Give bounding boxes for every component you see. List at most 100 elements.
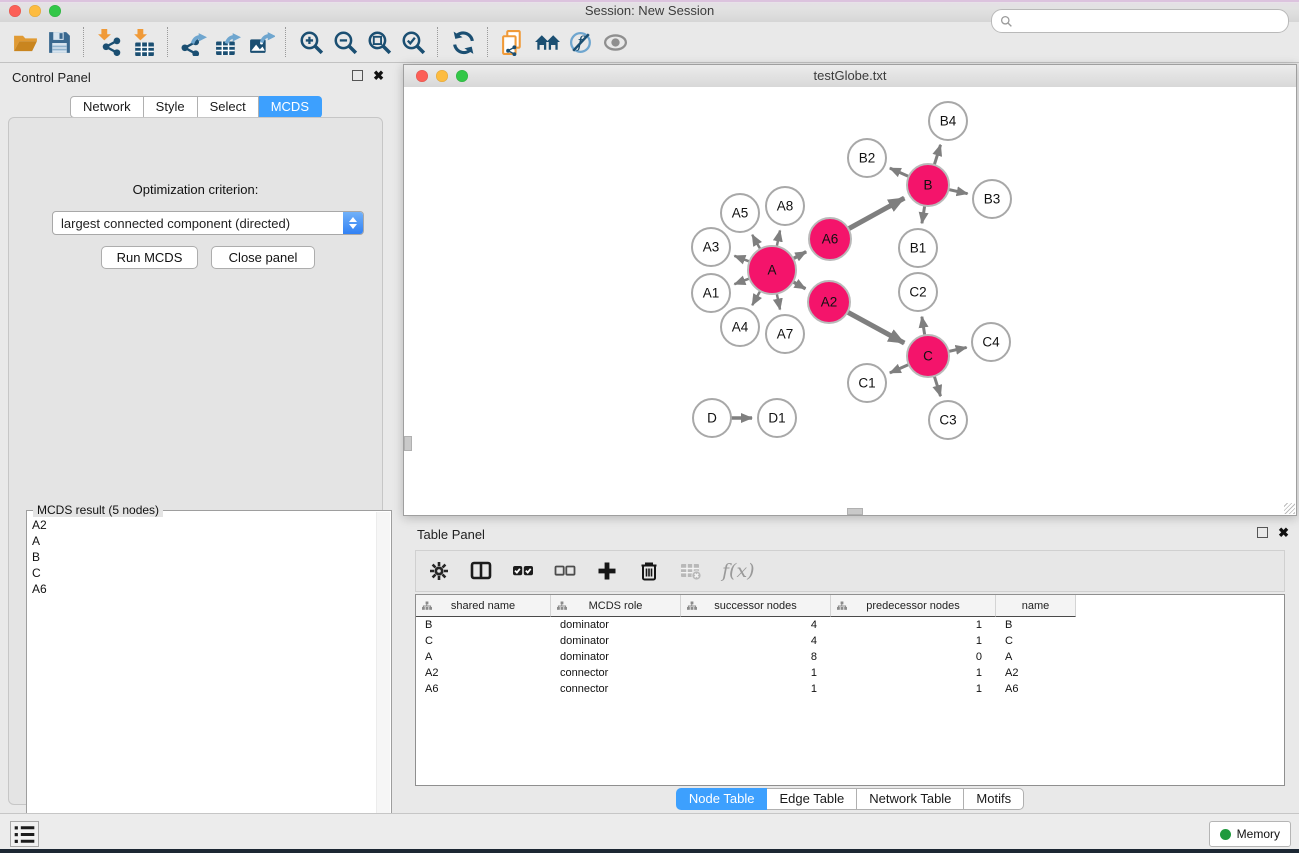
result-list-item[interactable]: C xyxy=(28,565,377,581)
node-C1[interactable]: C1 xyxy=(848,364,886,402)
deselect-all-button[interactable] xyxy=(552,558,578,584)
horizontal-scrollbar-thumb[interactable] xyxy=(847,508,863,515)
result-list-item[interactable]: B xyxy=(28,549,377,565)
node-A6[interactable]: A6 xyxy=(809,218,851,260)
copy-network-button[interactable] xyxy=(496,26,530,58)
cell-successor-nodes: 4 xyxy=(681,633,831,649)
open-session-button[interactable] xyxy=(8,26,42,58)
table-row[interactable]: A6connector11A6 xyxy=(416,681,1284,697)
column-header-MCDS-role[interactable]: MCDS role xyxy=(551,595,681,617)
toolbar-separator xyxy=(167,27,169,57)
node-B2[interactable]: B2 xyxy=(848,139,886,177)
zoom-fit-button[interactable] xyxy=(362,26,396,58)
node-label-A4: A4 xyxy=(732,320,749,335)
refresh-button[interactable] xyxy=(446,26,480,58)
split-view-button[interactable] xyxy=(468,558,494,584)
node-B1[interactable]: B1 xyxy=(899,229,937,267)
cell-successor-nodes: 8 xyxy=(681,649,831,665)
window-resize-grip[interactable] xyxy=(1284,503,1295,514)
node-label-B1: B1 xyxy=(910,241,927,256)
table-row[interactable]: Adominator80A xyxy=(416,649,1284,665)
save-session-button[interactable] xyxy=(42,26,76,58)
zoom-selected-button[interactable] xyxy=(396,26,430,58)
column-header-name[interactable]: name xyxy=(996,595,1076,617)
column-header-shared-name[interactable]: shared name xyxy=(416,595,551,617)
result-list-item[interactable]: A xyxy=(28,533,377,549)
task-history-button[interactable] xyxy=(10,821,39,847)
table-close-panel-icon[interactable]: ✖ xyxy=(1278,527,1289,538)
tab-network[interactable]: Network xyxy=(70,96,144,118)
zoom-out-button[interactable] xyxy=(328,26,362,58)
add-column-button[interactable] xyxy=(594,558,620,584)
function-builder-button[interactable]: f(x) xyxy=(722,560,755,582)
shared-column-icon xyxy=(837,601,847,611)
column-label: successor nodes xyxy=(714,600,797,612)
import-network-button[interactable] xyxy=(92,26,126,58)
close-panel-icon[interactable]: ✖ xyxy=(373,70,384,81)
network-canvas[interactable]: B4 B2 B B3 A5A8A6 A3 A B1 A1 C2 A2 A4 A7 C C4 C1 C3 D D1 xyxy=(404,87,1296,515)
result-list-item[interactable]: A2 xyxy=(28,517,377,533)
settings-button[interactable] xyxy=(426,558,452,584)
tab-edge-table[interactable]: Edge Table xyxy=(767,788,857,810)
tab-select[interactable]: Select xyxy=(198,96,259,118)
table-panel-title: Table Panel xyxy=(417,527,485,542)
node-C3[interactable]: C3 xyxy=(929,401,967,439)
home-button[interactable] xyxy=(530,26,564,58)
table-row[interactable]: Cdominator41C xyxy=(416,633,1284,649)
table-toolbar: f(x) xyxy=(415,550,1285,592)
application-window: Session: New Session f Control Panel ✖ N… xyxy=(0,0,1299,853)
column-header-successor-nodes[interactable]: successor nodes xyxy=(681,595,831,617)
node-D[interactable]: D xyxy=(693,399,731,437)
search-icon xyxy=(1000,15,1013,28)
node-A8[interactable]: A8 xyxy=(766,187,804,225)
node-C2[interactable]: C2 xyxy=(899,273,937,311)
tab-motifs[interactable]: Motifs xyxy=(964,788,1024,810)
delete-column-button[interactable] xyxy=(636,558,662,584)
node-C4[interactable]: C4 xyxy=(972,323,1010,361)
search-field[interactable] xyxy=(991,9,1289,33)
node-A2[interactable]: A2 xyxy=(808,281,850,323)
node-D1[interactable]: D1 xyxy=(758,399,796,437)
graphics-details-button[interactable]: f xyxy=(564,26,598,58)
node-B3[interactable]: B3 xyxy=(973,180,1011,218)
node-B[interactable]: B xyxy=(907,164,949,206)
network-window-titlebar[interactable]: testGlobe.txt xyxy=(404,65,1296,88)
node-A4[interactable]: A4 xyxy=(721,308,759,346)
mcds-result-list[interactable]: A2ABCA6 xyxy=(28,517,377,852)
control-panel: Control Panel ✖ NetworkStyleSelectMCDS O… xyxy=(0,63,392,813)
tab-network-table[interactable]: Network Table xyxy=(857,788,964,810)
table-float-panel-icon[interactable] xyxy=(1257,527,1268,538)
table-row[interactable]: Bdominator41B xyxy=(416,617,1284,633)
import-table-button[interactable] xyxy=(126,26,160,58)
result-list-item[interactable]: A6 xyxy=(28,581,377,597)
memory-button[interactable]: Memory xyxy=(1209,821,1291,847)
close-panel-button[interactable]: Close panel xyxy=(211,246,315,269)
delete-column-icon xyxy=(638,560,660,582)
vertical-scrollbar-thumb[interactable] xyxy=(404,436,412,451)
select-all-button[interactable] xyxy=(510,558,536,584)
float-panel-icon[interactable] xyxy=(352,70,363,81)
tab-mcds[interactable]: MCDS xyxy=(259,96,322,118)
tab-node-table[interactable]: Node Table xyxy=(676,788,768,810)
table-row[interactable]: A2connector11A2 xyxy=(416,665,1284,681)
node-A7[interactable]: A7 xyxy=(766,315,804,353)
search-input[interactable] xyxy=(1013,12,1288,30)
node-B4[interactable]: B4 xyxy=(929,102,967,140)
node-A[interactable]: A xyxy=(748,246,796,294)
node-A3[interactable]: A3 xyxy=(692,228,730,266)
run-mcds-button[interactable]: Run MCDS xyxy=(101,246,198,269)
export-network-button[interactable] xyxy=(176,26,210,58)
export-image-button[interactable] xyxy=(244,26,278,58)
memory-label: Memory xyxy=(1237,827,1280,841)
add-column-icon xyxy=(596,560,618,582)
node-A1[interactable]: A1 xyxy=(692,274,730,312)
export-table-button[interactable] xyxy=(210,26,244,58)
tab-style[interactable]: Style xyxy=(144,96,198,118)
node-A5[interactable]: A5 xyxy=(721,194,759,232)
zoom-in-button[interactable] xyxy=(294,26,328,58)
node-C[interactable]: C xyxy=(907,335,949,377)
eye-visibility-button[interactable] xyxy=(598,26,632,58)
optimization-criterion-select[interactable]: largest connected component (directed) xyxy=(52,211,364,235)
column-header-predecessor-nodes[interactable]: predecessor nodes xyxy=(831,595,996,617)
result-list-scrollbar[interactable] xyxy=(376,512,390,852)
